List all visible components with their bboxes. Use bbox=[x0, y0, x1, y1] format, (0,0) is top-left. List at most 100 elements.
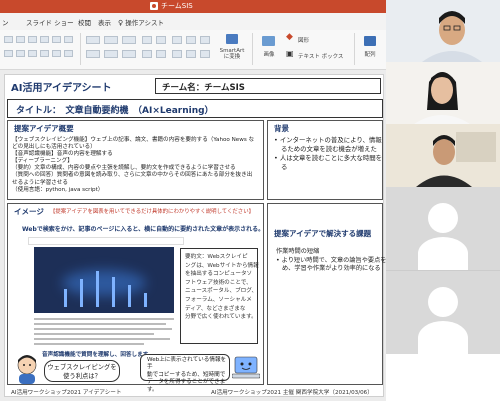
arrange-button[interactable]: 配列 bbox=[358, 32, 382, 68]
participant-2-video bbox=[386, 62, 500, 124]
question-bubble: ウェブスクレイピングを 使う利点は？ bbox=[44, 360, 120, 382]
theme-box[interactable]: タイトル： 文章自動要約機 （AI×Learning） bbox=[7, 99, 383, 118]
numbering-button[interactable] bbox=[16, 36, 25, 43]
subscript-button[interactable] bbox=[142, 50, 152, 58]
article-image bbox=[34, 247, 174, 313]
default-avatar-body bbox=[418, 321, 468, 354]
image-decoration bbox=[112, 277, 115, 307]
decrease-indent-button[interactable] bbox=[28, 36, 37, 43]
summary-box: 要約文：Webスクレイピ ングは、Webサイトから情報 を抽出するコンピュータソ… bbox=[180, 248, 259, 344]
justify-button[interactable] bbox=[40, 50, 49, 57]
align-right-button[interactable] bbox=[28, 50, 37, 57]
article-text-line bbox=[34, 323, 166, 325]
voice-recognition-text: 音声認識機能で質問を理解し、回答します bbox=[42, 352, 149, 358]
answer-bubble: Web上に表示されている情報を手 動でコピーするため、短時間で データを所得する… bbox=[140, 354, 230, 393]
tab-review[interactable]: 校閲 bbox=[78, 17, 91, 27]
team-name-box[interactable]: チーム名：チームSIS bbox=[155, 78, 381, 94]
tab-view[interactable]: 表示 bbox=[98, 17, 111, 27]
ribbon-divider bbox=[80, 33, 81, 65]
columns-button[interactable] bbox=[52, 50, 61, 57]
website-header-bar bbox=[28, 237, 184, 245]
tab-design[interactable]: ン bbox=[2, 17, 9, 27]
clear-format-button[interactable] bbox=[122, 36, 136, 44]
ribbon-divider bbox=[252, 33, 253, 65]
article-text-line bbox=[34, 328, 172, 330]
shadow-button[interactable] bbox=[172, 36, 182, 44]
participant-tile-3[interactable] bbox=[386, 124, 500, 187]
align-center-button[interactable] bbox=[16, 50, 25, 57]
smartart-icon bbox=[226, 34, 238, 44]
shapes-button[interactable]: ◆ 図形 bbox=[286, 32, 326, 46]
team-name-text: チーム名：チームSIS bbox=[162, 83, 245, 93]
image-glow bbox=[62, 270, 146, 297]
image-decoration bbox=[96, 271, 99, 307]
line-spacing-button[interactable] bbox=[52, 36, 61, 43]
line-button[interactable] bbox=[200, 50, 210, 58]
proposal-panel[interactable]: 提案アイデア概要 【ウェブスクレイピング機能】ウェブ上の記事、論文、書籍の内容を… bbox=[7, 120, 264, 200]
person-illustration-icon bbox=[17, 355, 37, 384]
image-decoration bbox=[144, 293, 147, 307]
slide-title: AI活用アイデアシート bbox=[11, 83, 112, 94]
ribbon-divider bbox=[354, 33, 355, 65]
lightbulb-icon: ♀ bbox=[118, 19, 124, 27]
image-button[interactable]: 画像 bbox=[258, 32, 280, 68]
increase-indent-button[interactable] bbox=[40, 36, 49, 43]
powerpoint-titlebar: チームSIS bbox=[0, 0, 386, 13]
solution-text: 作業時間の短縮 • より短い時間で、文章の論旨や要点を理解 め、学習や作業がより… bbox=[276, 248, 399, 273]
image-decoration bbox=[128, 285, 131, 307]
textbox-button[interactable]: ▣ テキスト ボックス bbox=[286, 49, 350, 62]
bullets-button[interactable] bbox=[4, 36, 13, 43]
background-bullets: • インターネットの普及により、情報 るための文章を読む機会が増えた • 人は文… bbox=[274, 136, 383, 171]
background-heading: 背景 bbox=[274, 124, 289, 133]
font-size-up-button[interactable] bbox=[86, 36, 100, 44]
participant-1-video bbox=[386, 0, 500, 62]
powerpoint-app-icon bbox=[150, 2, 158, 10]
align-text-button[interactable] bbox=[64, 50, 73, 57]
article-text-line bbox=[34, 338, 170, 340]
font-size-down-button[interactable] bbox=[104, 36, 118, 44]
image-heading: イメージ bbox=[14, 207, 44, 216]
article-text-line bbox=[34, 318, 174, 320]
tab-tell-me[interactable]: ♀ 操作アシスト bbox=[118, 17, 164, 27]
image-caption: Webで検索をかけ、記事のページに入ると、横に自動的に要約された文章が表示される… bbox=[22, 226, 265, 233]
participant-tile-2[interactable] bbox=[386, 62, 500, 124]
align-left-button[interactable] bbox=[4, 50, 13, 57]
outline-button[interactable] bbox=[186, 36, 196, 44]
image-decoration bbox=[80, 279, 83, 307]
ribbon-tabs: ン スライド ショー 校閲 表示 ♀ 操作アシスト bbox=[0, 13, 386, 30]
wordart-button[interactable] bbox=[200, 36, 210, 44]
smartart-button[interactable]: SmartArt に変換 bbox=[216, 32, 248, 68]
arrange-icon bbox=[364, 36, 376, 46]
case-button[interactable] bbox=[156, 36, 166, 44]
article-text-line bbox=[34, 343, 144, 345]
superscript-button[interactable] bbox=[156, 50, 166, 58]
laptop-robot-icon bbox=[232, 356, 260, 379]
image-instruction-note: 【提案アイデアを図表を用いてできるだけ具体的にわかりやすく説明してください】 bbox=[50, 209, 254, 215]
fill-button[interactable] bbox=[186, 50, 196, 58]
image-panel[interactable]: イメージ 【提案アイデアを図表を用いてできるだけ具体的にわかりやすく説明してくだ… bbox=[7, 203, 265, 393]
slide[interactable]: AI活用アイデアシート チーム名：チームSIS タイトル： 文章自動要約機 （A… bbox=[4, 74, 399, 397]
solution-panel[interactable]: 提案アイデアで解決する課題 作業時間の短縮 • より短い時間で、文章の論旨や要点… bbox=[267, 203, 399, 385]
font-color-button[interactable] bbox=[104, 50, 118, 58]
article-text-line bbox=[34, 333, 154, 335]
window-title: チームSIS bbox=[150, 1, 193, 11]
default-avatar-body bbox=[418, 237, 468, 270]
participant-3-video bbox=[386, 124, 500, 187]
tab-slideshow[interactable]: スライド ショー bbox=[26, 17, 74, 27]
shapes-icon: ◆ bbox=[286, 32, 293, 42]
proposal-heading: 提案アイデア概要 bbox=[14, 124, 74, 133]
participant-tile-1[interactable] bbox=[386, 0, 500, 62]
textbox-icon: ▣ bbox=[286, 49, 294, 58]
highlight-button[interactable] bbox=[86, 50, 100, 58]
participant-tile-4[interactable] bbox=[386, 187, 500, 270]
char-spacing-button[interactable] bbox=[122, 50, 136, 58]
text-direction-button[interactable] bbox=[64, 36, 73, 43]
footer-left: AI活用ワークショップ2021 アイデアシート bbox=[11, 390, 122, 396]
background-panel[interactable]: 背景 • インターネットの普及により、情報 るための文章を読む機会が増えた • … bbox=[267, 120, 383, 200]
default-avatar-icon bbox=[428, 203, 458, 233]
theme-text: タイトル： 文章自動要約機 （AI×Learning） bbox=[16, 106, 214, 116]
strike-button[interactable] bbox=[142, 36, 152, 44]
effects-button[interactable] bbox=[172, 50, 182, 58]
footer-right: AI活用ワークショップ2021 主催 関西学院大学（2021/03/06） bbox=[211, 390, 373, 396]
participant-tile-5[interactable] bbox=[386, 270, 500, 354]
